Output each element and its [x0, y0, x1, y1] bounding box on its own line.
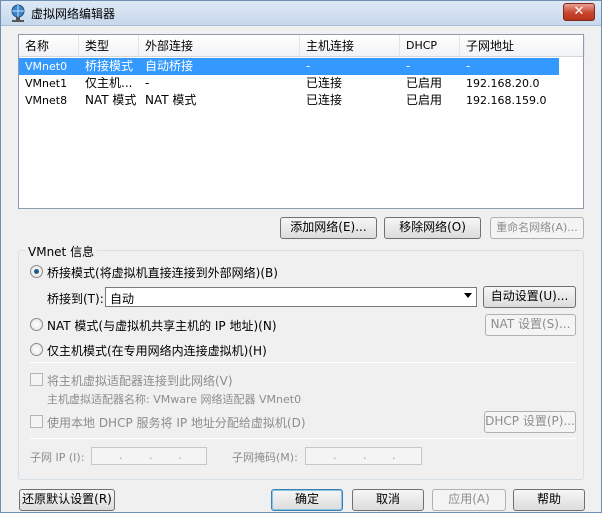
- ok-button[interactable]: 确定: [271, 489, 343, 511]
- cancel-button[interactable]: 取消: [352, 489, 424, 511]
- cell-name: VMnet8: [25, 94, 68, 107]
- dropdown-arrow-icon: [464, 293, 472, 298]
- dhcp-label: 使用本地 DHCP 服务将 IP 地址分配给虚拟机(D): [47, 416, 306, 430]
- close-icon: ✕: [573, 4, 585, 19]
- add-network-button[interactable]: 添加网络(E)...: [280, 217, 377, 239]
- bridged-label: 桥接模式(将虚拟机直接连接到外部网络)(B): [47, 266, 278, 280]
- cell-subnet: -: [466, 59, 471, 73]
- close-button[interactable]: ✕: [563, 3, 595, 21]
- adapter-name-label: 主机虚拟适配器名称: VMware 网络适配器 VMnet0: [47, 393, 302, 406]
- cell-host: 已连接: [306, 76, 343, 90]
- column-header-external[interactable]: 外部连接: [139, 35, 300, 57]
- hostonly-radio[interactable]: [30, 343, 43, 356]
- cell-subnet: 192.168.159.0: [466, 94, 547, 107]
- cell-type: NAT 模式: [85, 93, 137, 107]
- dhcp-checkbox[interactable]: [30, 415, 43, 428]
- divider: [30, 362, 576, 363]
- bridged-to-select[interactable]: 自动: [105, 287, 477, 307]
- network-list[interactable]: 名称 类型 外部连接 主机连接 DHCP 子网地址 VMnet0 桥接模式 自动…: [18, 34, 585, 209]
- window-title: 虚拟网络编辑器: [31, 7, 116, 21]
- cell-name: VMnet1: [25, 77, 68, 90]
- column-header-host[interactable]: 主机连接: [300, 35, 400, 57]
- cell-external: 自动桥接: [145, 59, 194, 73]
- subnet-ip-label: 子网 IP (I):: [30, 451, 85, 464]
- network-globe-icon: [11, 4, 25, 22]
- column-header-type[interactable]: 类型: [79, 35, 139, 57]
- vmnet-info-title: VMnet 信息: [25, 243, 98, 260]
- restore-defaults-button[interactable]: 还原默认设置(R): [19, 489, 115, 511]
- cell-dhcp: 已启用: [406, 93, 443, 107]
- rename-network-button[interactable]: 重命名网络(A)...: [490, 217, 584, 239]
- cell-type: 桥接模式: [85, 59, 134, 73]
- nat-label: NAT 模式(与虚拟机共享主机的 IP 地址)(N): [47, 319, 277, 333]
- help-button[interactable]: 帮助: [513, 489, 585, 511]
- vmnet-info-group: [18, 250, 584, 480]
- cell-dhcp: -: [406, 59, 411, 73]
- apply-button[interactable]: 应用(A): [432, 489, 506, 511]
- connect-adapter-checkbox[interactable]: [30, 373, 43, 386]
- cell-host: 已连接: [306, 93, 343, 107]
- cell-host: -: [306, 59, 311, 73]
- virtual-network-editor-window: 虚拟网络编辑器 ✕ 名称 类型 外部连接 主机连接 DHCP 子网地址 VMne…: [0, 0, 602, 513]
- table-row[interactable]: VMnet0 桥接模式 自动桥接 - - -: [19, 58, 559, 75]
- table-row[interactable]: VMnet1 仅主机... - 已连接 已启用 192.168.20.0: [19, 75, 583, 92]
- column-header-subnet[interactable]: 子网地址: [460, 35, 585, 57]
- nat-settings-button[interactable]: NAT 设置(S)...: [485, 314, 576, 336]
- title-bar[interactable]: 虚拟网络编辑器 ✕: [1, 1, 601, 26]
- divider: [30, 438, 576, 439]
- cell-name: VMnet0: [25, 60, 68, 73]
- bridged-radio[interactable]: [30, 265, 43, 278]
- cell-dhcp: 已启用: [406, 76, 443, 90]
- column-header-name[interactable]: 名称: [19, 35, 79, 57]
- hostonly-label: 仅主机模式(在专用网络内连接虚拟机)(H): [47, 344, 267, 358]
- dhcp-settings-button[interactable]: DHCP 设置(P)...: [484, 411, 576, 433]
- cell-type: 仅主机...: [85, 76, 133, 90]
- remove-network-button[interactable]: 移除网络(O): [384, 217, 481, 239]
- table-row[interactable]: VMnet8 NAT 模式 NAT 模式 已连接 已启用 192.168.159…: [19, 92, 583, 109]
- connect-adapter-label: 将主机虚拟适配器连接到此网络(V): [47, 374, 233, 388]
- subnet-mask-label: 子网掩码(M):: [232, 451, 298, 464]
- list-header: 名称 类型 外部连接 主机连接 DHCP 子网地址: [19, 35, 585, 57]
- auto-settings-button[interactable]: 自动设置(U)...: [483, 286, 576, 308]
- bridged-to-label: 桥接到(T):: [47, 292, 104, 306]
- cell-subnet: 192.168.20.0: [466, 77, 540, 90]
- subnet-mask-field[interactable]: ...: [305, 447, 422, 465]
- cell-external: -: [145, 76, 150, 90]
- bridged-to-value: 自动: [110, 292, 135, 306]
- cell-external: NAT 模式: [145, 93, 197, 107]
- nat-radio[interactable]: [30, 318, 43, 331]
- subnet-ip-field[interactable]: ...: [91, 447, 207, 465]
- column-header-dhcp[interactable]: DHCP: [400, 35, 460, 57]
